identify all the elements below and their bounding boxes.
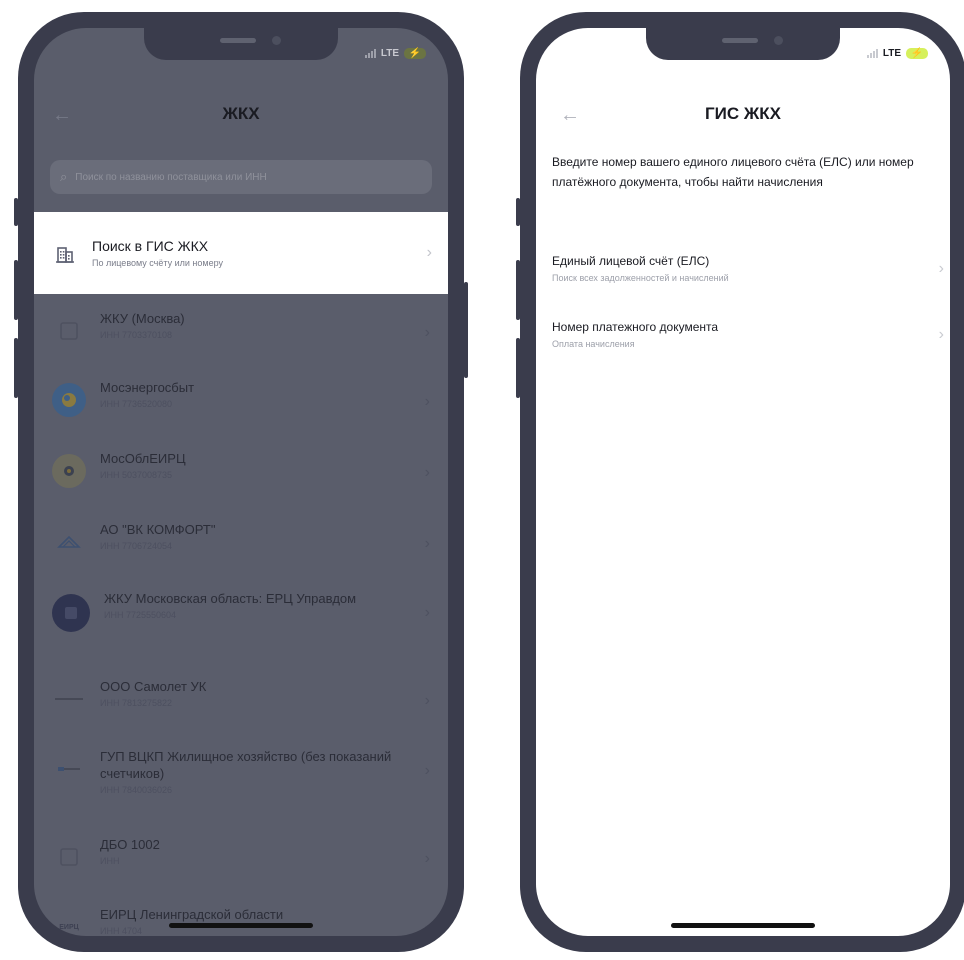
provider-item[interactable]: Мосэнергосбыт ИНН 7736520080 › [34, 365, 448, 436]
chevron-right-icon: › [424, 920, 430, 936]
provider-inn: ИНН 7703370108 [100, 330, 173, 340]
provider-name: МосОблЕИРЦ [100, 451, 186, 466]
gis-item-title: Поиск в ГИС ЖКХ [92, 238, 209, 254]
left-screen: LTE ⚡ ← ЖКХ ⌕ Поиск в ГИС [34, 28, 448, 936]
provider-name: ООО Самолет УК [100, 679, 207, 694]
els-option-title: Единый лицевой счёт (ЕЛС) [552, 254, 710, 268]
provider-inn: ИНН 7840036026 [100, 785, 173, 795]
battery-icon: ⚡ [404, 48, 426, 59]
payment-document-option-subtitle: Оплата начисления [552, 339, 635, 349]
status-bar: LTE ⚡ [866, 48, 928, 59]
provider-name: ДБО 1002 [100, 837, 160, 852]
provider-list: ЖКУ (Москва) ИНН 7703370108 › Мосэнергос… [34, 296, 448, 936]
square-outline-icon [52, 314, 86, 348]
page-title: ЖКХ [222, 104, 260, 123]
home-indicator[interactable] [169, 923, 313, 928]
provider-item[interactable]: ЖКУ Московская область: ЕРЦ Управдом ИНН… [34, 576, 448, 664]
provider-inn: ИНН 5037008735 [100, 470, 173, 480]
chevron-right-icon: › [938, 259, 944, 277]
home-indicator[interactable] [671, 923, 815, 928]
network-label: LTE [380, 48, 399, 59]
gis-item-subtitle: По лицевому счёту или номеру [92, 258, 223, 268]
search-input[interactable] [73, 170, 408, 184]
provider-item[interactable]: ЖКУ (Москва) ИНН 7703370108 › [34, 296, 448, 365]
provider-item[interactable]: ЕИРЦ ЕИРЦ Ленинградской области ИНН 4704… [34, 892, 448, 936]
payment-document-option-title: Номер платежного документа [552, 320, 719, 334]
volume-down-button [516, 338, 520, 398]
camera [272, 36, 281, 45]
chevron-right-icon: › [424, 604, 430, 621]
camera [774, 36, 783, 45]
mute-switch [516, 198, 520, 226]
provider-name: ЕИРЦ Ленинградской области [100, 907, 284, 922]
vk-comfort-logo-icon [52, 525, 86, 559]
status-bar: LTE ⚡ [364, 48, 426, 59]
provider-inn: ИНН [100, 856, 120, 866]
els-option[interactable]: Единый лицевой счёт (ЕЛС) Поиск всех зад… [552, 254, 944, 283]
chevron-right-icon: › [424, 464, 430, 481]
building-icon [50, 238, 80, 268]
chevron-right-icon: › [424, 393, 430, 410]
provider-item[interactable]: ДБО 1002 ИНН › [34, 822, 448, 892]
provider-item[interactable]: АО "ВК КОМФОРТ" ИНН 7706724054 › [34, 507, 448, 576]
provider-item[interactable]: МосОблЕИРЦ ИНН 5037008735 › [34, 436, 448, 507]
notch [646, 28, 840, 60]
square-outline-icon [52, 840, 86, 874]
erc-upravdom-logo-icon [52, 594, 90, 632]
power-button [464, 282, 468, 378]
right-phone: LTE ⚡ ← ГИС ЖКХ Введите номер вашего еди… [516, 12, 964, 952]
signal-icon [866, 49, 878, 58]
mute-switch [14, 198, 18, 226]
provider-name: ЖКУ (Москва) [100, 311, 185, 326]
gis-search-item[interactable]: Поиск в ГИС ЖКХ По лицевому счёту или но… [34, 212, 448, 294]
volume-down-button [14, 338, 18, 398]
search-icon: ⌕ [60, 169, 68, 184]
chevron-right-icon: › [424, 692, 430, 709]
els-option-subtitle: Поиск всех задолженностей и начислений [552, 273, 729, 283]
eirc-logo-icon: ЕИРЦ [59, 923, 79, 931]
provider-name: ЖКУ Московская область: ЕРЦ Управдом [104, 591, 357, 606]
network-label: LTE [882, 48, 901, 59]
provider-inn: ИНН 7725550604 [104, 610, 177, 620]
right-screen: LTE ⚡ ← ГИС ЖКХ Введите номер вашего еди… [536, 28, 950, 936]
vckp-logo-icon [52, 752, 86, 786]
speaker [220, 38, 256, 43]
chevron-right-icon: › [424, 762, 430, 779]
samolet-logo-icon [52, 682, 86, 716]
provider-inn: ИНН 7813275822 [100, 698, 173, 708]
chevron-right-icon: › [424, 850, 430, 867]
battery-icon: ⚡ [906, 48, 928, 59]
signal-icon [364, 49, 376, 58]
mosenergosbyt-logo-icon [52, 383, 86, 417]
chevron-right-icon: › [426, 244, 432, 261]
provider-item[interactable]: ООО Самолет УК ИНН 7813275822 › [34, 664, 448, 734]
provider-name: АО "ВК КОМФОРТ" [100, 522, 216, 537]
provider-item[interactable]: ГУП ВЦКП Жилищное хозяйство (без показан… [34, 734, 448, 822]
provider-inn: ИНН 7736520080 [100, 399, 173, 409]
page-title: ГИС ЖКХ [705, 104, 781, 123]
intro-text: Введите номер вашего единого лицевого сч… [552, 155, 914, 189]
payment-document-option[interactable]: Номер платежного документа Оплата начисл… [552, 320, 944, 349]
provider-name: Мосэнергосбыт [100, 380, 195, 395]
volume-up-button [14, 260, 18, 320]
chevron-right-icon: › [424, 535, 430, 552]
provider-name: ГУП ВЦКП Жилищное хозяйство (без показан… [100, 749, 392, 781]
volume-up-button [516, 260, 520, 320]
speaker [722, 38, 758, 43]
search-bar[interactable]: ⌕ [50, 160, 432, 194]
chevron-right-icon: › [424, 324, 430, 341]
notch [144, 28, 338, 60]
left-phone: LTE ⚡ ← ЖКХ ⌕ Поиск в ГИС [14, 12, 468, 952]
chevron-right-icon: › [938, 325, 944, 343]
mosobleirc-logo-icon [52, 454, 86, 488]
provider-inn: ИНН 7706724054 [100, 541, 173, 551]
